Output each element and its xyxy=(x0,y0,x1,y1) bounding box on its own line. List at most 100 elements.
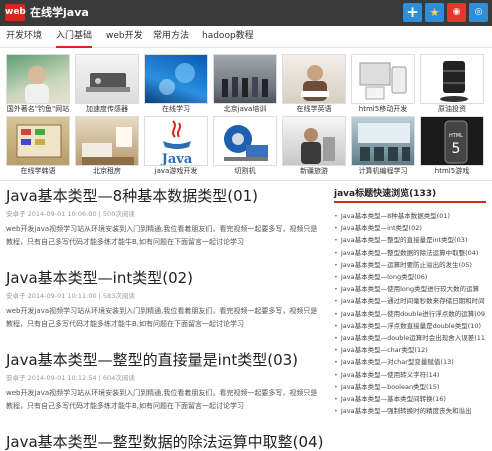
tile-label[interactable]: 原油投资 xyxy=(420,104,484,114)
tile-label[interactable]: java游戏开发 xyxy=(144,166,208,176)
classroom-icon xyxy=(358,123,410,161)
site-title[interactable]: 在线学java xyxy=(30,0,89,26)
tile-label[interactable]: 加速度传感器 xyxy=(75,104,139,114)
tile-label[interactable]: 切割机 xyxy=(213,166,277,176)
bullet-icon: • xyxy=(334,297,338,306)
sidebar-item[interactable]: • Java基本类型—通过时间毫秒数来存储日期和时间 xyxy=(334,295,486,307)
korean-learning-image[interactable] xyxy=(6,116,70,166)
nav-item-dev-env[interactable]: 开发环境 xyxy=(6,26,42,46)
svg-text:Java: Java xyxy=(161,152,193,166)
gallery-tile[interactable]: 在线学韩语 xyxy=(6,116,70,176)
sidebar-item[interactable]: • Java基本类型—使用double进行浮点数的运算(09) xyxy=(334,308,486,320)
bullet-icon: • xyxy=(334,285,338,294)
sidebar-item[interactable]: • Java基本类型—double运算时会出现舍入误差(11) xyxy=(334,332,486,344)
gallery-tile[interactable]: 计算机编程学习 xyxy=(351,116,415,176)
sidebar-item-label[interactable]: Java基本类型—使用转义字符(14) xyxy=(341,371,440,379)
tile-label[interactable]: 在线学韩语 xyxy=(6,166,70,176)
gallery-tile[interactable]: 在线学习 xyxy=(144,54,208,114)
gallery-tile[interactable]: html5移动开发 xyxy=(351,54,415,114)
sidebar-item[interactable]: • Java基本类型—int类型(02) xyxy=(334,222,486,234)
sidebar-item-label[interactable]: Java基本类型—使用double进行浮点数的运算(09) xyxy=(341,310,486,318)
sidebar-item-label[interactable]: Java基本类型—强制转换时的精度丧失和溢出 xyxy=(341,407,472,415)
sidebar-item-label[interactable]: Java基本类型—整型的直接量是int类型(03) xyxy=(341,236,468,244)
gallery-tile[interactable]: HTML 5 html5游戏 xyxy=(420,116,484,176)
site-logo[interactable]: web xyxy=(5,4,26,21)
html5-mobile-image[interactable] xyxy=(351,54,415,104)
sidebar-item[interactable]: • Java基本类型—基本类型间转换(16) xyxy=(334,393,486,405)
sidebar-item-label[interactable]: Java基本类型—整型数据的除法运算中取整(04) xyxy=(341,249,479,257)
sidebar-item[interactable]: • Java基本类型—整型数据的除法运算中取整(04) xyxy=(334,247,486,259)
sidebar-item[interactable]: • Java基本类型—强制转换时的精度丧失和溢出 xyxy=(334,405,486,417)
sidebar-item-label[interactable]: Java基本类型—运算时要防止溢出的发生(05) xyxy=(341,261,472,269)
weibo-icon[interactable]: ◉ xyxy=(447,3,466,22)
sidebar-item-label[interactable]: Java基本类型—double运算时会出现舍入误差(11) xyxy=(341,334,486,342)
gallery-tile[interactable]: 国外著名"钓鱼"网站 xyxy=(6,54,70,114)
nav-item-web-dev[interactable]: web开发 xyxy=(106,26,143,46)
sidebar-item[interactable]: • Java基本类型—对char型变量赋值(13) xyxy=(334,356,486,368)
java-game-image[interactable]: Java xyxy=(144,116,208,166)
nav-item-basics[interactable]: 入门基础 xyxy=(56,26,93,48)
article-title[interactable]: Java基本类型—整型的直接量是int类型(03) xyxy=(6,350,324,370)
sidebar-item-label[interactable]: Java基本类型—long类型(06) xyxy=(341,273,428,281)
gallery-tile[interactable]: Java java游戏开发 xyxy=(144,116,208,176)
plus-icon[interactable]: + xyxy=(403,3,422,22)
tile-label[interactable]: 北京租房 xyxy=(75,166,139,176)
bullet-icon: • xyxy=(334,248,338,257)
sidebar-item-label[interactable]: Java基本类型—通过时间毫秒数来存储日期和时间 xyxy=(341,297,485,305)
tile-label[interactable]: 计算机编程学习 xyxy=(351,166,415,176)
gallery-tile[interactable]: 新疆旅游 xyxy=(282,116,346,176)
star-icon[interactable]: ★ xyxy=(425,3,444,22)
gallery-tile[interactable]: 切割机 xyxy=(213,116,277,176)
tile-label[interactable]: 在线学习 xyxy=(144,104,208,114)
tile-label[interactable]: html5移动开发 xyxy=(351,104,415,114)
sidebar-item[interactable]: • Java基本类型—boolean类型(15) xyxy=(334,381,486,393)
java-training-image[interactable] xyxy=(213,54,277,104)
sidebar-item[interactable]: • Java基本类型—char类型(12) xyxy=(334,344,486,356)
programming-course-image[interactable] xyxy=(351,116,415,166)
sidebar-item-label[interactable]: Java基本类型—boolean类型(15) xyxy=(341,383,440,391)
phishing-site-image[interactable] xyxy=(6,54,70,104)
nav-item-hadoop[interactable]: hadoop教程 xyxy=(202,26,254,46)
accelerometer-image[interactable] xyxy=(75,54,139,104)
crude-oil-image[interactable] xyxy=(420,54,484,104)
tile-label[interactable]: 在线学英语 xyxy=(282,104,346,114)
sidebar-item-label[interactable]: Java基本类型—对char型变量赋值(13) xyxy=(341,358,454,366)
online-learning-image[interactable] xyxy=(144,54,208,104)
article-title[interactable]: Java基本类型—int类型(02) xyxy=(6,268,324,288)
beijing-rental-image[interactable] xyxy=(75,116,139,166)
sidebar-item[interactable]: • Java基本类型—long类型(06) xyxy=(334,271,486,283)
gallery-tile[interactable]: 在线学英语 xyxy=(282,54,346,114)
sidebar-item[interactable]: • Java基本类型—运算时要防止溢出的发生(05) xyxy=(334,259,486,271)
english-learning-image[interactable] xyxy=(282,54,346,104)
gallery-tile[interactable]: 北京java培训 xyxy=(213,54,277,114)
sidebar-item-label[interactable]: Java基本类型—int类型(02) xyxy=(341,224,422,232)
sidebar-item-label[interactable]: Java基本类型—使用long类型进行较大数的运算 xyxy=(341,285,479,293)
qq-icon[interactable]: ◎ xyxy=(469,3,488,22)
html5-game-image[interactable]: HTML 5 xyxy=(420,116,484,166)
gallery-tile[interactable]: 北京租房 xyxy=(75,116,139,176)
bullet-icon: • xyxy=(334,334,338,343)
sidebar-item[interactable]: • Java基本类型—浮点数直接量是double类型(10) xyxy=(334,320,486,332)
sidebar-item[interactable]: • Java基本类型—使用转义字符(14) xyxy=(334,369,486,381)
sidebar-item[interactable]: • Java基本类型—整型的直接量是int类型(03) xyxy=(334,234,486,246)
bullet-icon: • xyxy=(334,395,338,404)
sidebar-item-label[interactable]: Java基本类型—基本类型间转换(16) xyxy=(341,395,446,403)
tile-label[interactable]: 国外著名"钓鱼"网站 xyxy=(6,104,70,114)
sidebar-item-label[interactable]: Java基本类型—char类型(12) xyxy=(341,346,428,354)
article-title[interactable]: Java基本类型—整型数据的除法运算中取整(04) xyxy=(6,432,324,451)
html5-phone-icon: HTML 5 xyxy=(444,120,468,164)
article-title[interactable]: Java基本类型—8种基本数据类型(01) xyxy=(6,186,324,206)
bullet-icon: • xyxy=(334,321,338,330)
gallery-tile[interactable]: 加速度传感器 xyxy=(75,54,139,114)
tile-label[interactable]: 北京java培训 xyxy=(213,104,277,114)
nav-item-common-methods[interactable]: 常用方法 xyxy=(153,26,189,46)
xinjiang-travel-image[interactable] xyxy=(282,116,346,166)
sidebar-item[interactable]: • Java基本类型—使用long类型进行较大数的运算 xyxy=(334,283,486,295)
tile-label[interactable]: 新疆旅游 xyxy=(282,166,346,176)
cutting-machine-image[interactable] xyxy=(213,116,277,166)
sidebar-item[interactable]: • Java基本类型—8种基本数据类型(01) xyxy=(334,210,486,222)
gallery-tile[interactable]: 原油投资 xyxy=(420,54,484,114)
sidebar-item-label[interactable]: Java基本类型—浮点数直接量是double类型(10) xyxy=(341,322,481,330)
tile-label[interactable]: html5游戏 xyxy=(420,166,484,176)
sidebar-item-label[interactable]: Java基本类型—8种基本数据类型(01) xyxy=(341,212,450,220)
